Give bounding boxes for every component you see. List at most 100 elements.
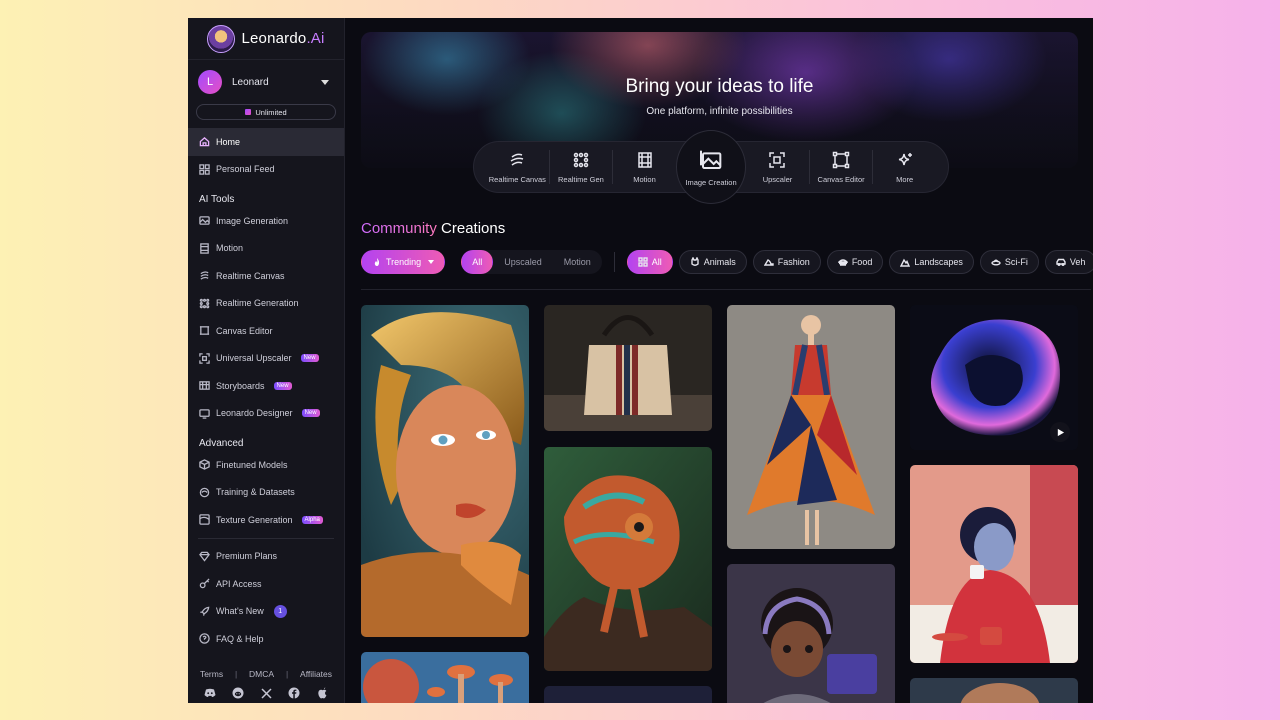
- sidebar-item-image-generation[interactable]: Image Generation: [188, 207, 344, 235]
- gallery-card-girl-headphones[interactable]: [727, 564, 895, 703]
- category-food[interactable]: Food: [826, 250, 884, 274]
- sidebar-item-api-access[interactable]: API Access: [188, 570, 344, 598]
- brand-logo[interactable]: Leonardo.Ai: [188, 18, 344, 60]
- play-icon[interactable]: [1050, 422, 1070, 442]
- gallery-card-chameleon[interactable]: [544, 447, 712, 671]
- sidebar-item-whats-new[interactable]: What's New 1: [188, 598, 344, 626]
- filter-divider-line: [361, 289, 1091, 290]
- category-label: Animals: [703, 257, 736, 267]
- plan-badge[interactable]: Unlimited: [196, 104, 336, 120]
- category-vehicles[interactable]: Veh: [1044, 250, 1093, 274]
- upscaler-icon: [769, 151, 786, 168]
- image-creation-icon: [700, 150, 722, 169]
- sidebar-item-finetuned-models[interactable]: Finetuned Models: [188, 451, 344, 479]
- filter-divider: [613, 252, 615, 272]
- food-icon: [837, 259, 848, 266]
- tool-upscaler[interactable]: Upscaler: [746, 151, 809, 184]
- tool-realtime-canvas[interactable]: Realtime Canvas: [486, 151, 549, 184]
- tool-image-creation[interactable]: Image Creation: [675, 130, 747, 204]
- section-label-advanced: Advanced: [199, 438, 244, 449]
- tool-label: Canvas Editor: [817, 174, 865, 184]
- dmca-link[interactable]: DMCA: [249, 669, 274, 679]
- realtime-canvas-icon: [510, 153, 524, 166]
- logo-avatar-icon: [207, 24, 236, 53]
- sidebar-item-label: Premium Plans: [216, 551, 278, 562]
- dark-thumb-image: [544, 686, 712, 703]
- sidebar-item-premium-plans[interactable]: Premium Plans: [188, 543, 344, 571]
- gallery-card-mushrooms[interactable]: [361, 652, 529, 703]
- discord-icon[interactable]: [204, 687, 216, 699]
- type-tab-all[interactable]: All: [461, 250, 494, 274]
- category-label: Veh: [1069, 257, 1086, 267]
- sidebar-item-label: Storyboards: [216, 380, 265, 391]
- gallery-card-golden-portrait[interactable]: [361, 305, 529, 637]
- sidebar-item-realtime-generation[interactable]: Realtime Generation: [188, 290, 344, 318]
- girl-tea-image: [910, 465, 1078, 663]
- upscale-icon: [199, 353, 210, 364]
- category-landscapes[interactable]: Landscapes: [889, 250, 974, 274]
- sidebar-item-faq-help[interactable]: FAQ & Help: [188, 625, 344, 653]
- designer-icon: [199, 408, 210, 419]
- training-icon: [199, 487, 210, 498]
- sidebar-item-canvas-editor[interactable]: Canvas Editor: [188, 317, 344, 345]
- filter-bar: Trending All Upscaled Motion All Animals…: [361, 250, 1093, 274]
- category-label: Landscapes: [914, 257, 963, 267]
- footer-separator: |: [234, 669, 238, 679]
- brush-icon: [199, 270, 210, 281]
- sidebar-item-texture-generation[interactable]: Texture Generation Alpha: [188, 506, 344, 534]
- token-icon: [245, 109, 252, 115]
- tool-motion[interactable]: Motion: [613, 151, 676, 184]
- storyboard-icon: [199, 380, 210, 391]
- section-title-community-creations: Community Creations: [361, 220, 506, 237]
- gallery-card-dark-thumb[interactable]: [544, 686, 712, 703]
- rocket-icon: [199, 606, 210, 617]
- sidebar-item-training-datasets[interactable]: Training & Datasets: [188, 479, 344, 507]
- gallery-card-abstract-blob[interactable]: [910, 305, 1078, 450]
- brand-name: Leonardo.Ai: [241, 30, 325, 47]
- category-sci-fi[interactable]: Sci-Fi: [979, 250, 1039, 274]
- sidebar-item-label: Canvas Editor: [216, 325, 273, 336]
- user-menu[interactable]: L Leonard: [188, 60, 344, 98]
- type-tab-upscaled[interactable]: Upscaled: [493, 250, 553, 274]
- type-tab-motion[interactable]: Motion: [553, 250, 602, 274]
- apple-icon[interactable]: [316, 687, 328, 699]
- x-icon[interactable]: [260, 687, 272, 699]
- section-label-ai-tools: AI Tools: [199, 194, 235, 205]
- facebook-icon[interactable]: [288, 687, 300, 699]
- main-content: Bring your ideas to life One platform, i…: [345, 18, 1093, 703]
- hero-title: Bring your ideas to life: [625, 76, 814, 97]
- sidebar-item-personal-feed[interactable]: Personal Feed: [188, 156, 344, 184]
- gallery-card-handbag[interactable]: [544, 305, 712, 431]
- footer-links: Terms | DMCA | Affiliates: [188, 669, 344, 679]
- sidebar-item-leonardo-designer[interactable]: Leonardo Designer New: [188, 400, 344, 428]
- sidebar-item-realtime-canvas[interactable]: Realtime Canvas: [188, 262, 344, 290]
- sidebar-item-home[interactable]: Home: [188, 128, 344, 156]
- category-all[interactable]: All: [626, 250, 673, 274]
- avatar: L: [198, 70, 222, 94]
- help-icon: [199, 633, 210, 644]
- tool-realtime-gen[interactable]: Realtime Gen: [550, 151, 613, 184]
- sidebar-item-storyboards[interactable]: Storyboards New: [188, 372, 344, 400]
- sidebar-item-motion[interactable]: Motion: [188, 235, 344, 263]
- gallery-card-face-thumb[interactable]: [910, 678, 1078, 703]
- gallery-card-girl-tea[interactable]: [910, 465, 1078, 663]
- sort-dropdown[interactable]: Trending: [361, 250, 446, 274]
- gallery-card-dress[interactable]: [727, 305, 895, 549]
- texture-icon: [199, 514, 210, 525]
- sidebar-item-label: FAQ & Help: [216, 633, 264, 644]
- tool-canvas-editor[interactable]: Canvas Editor: [810, 151, 873, 184]
- category-fashion[interactable]: Fashion: [752, 250, 821, 274]
- terms-link[interactable]: Terms: [200, 669, 223, 679]
- category-animals[interactable]: Animals: [678, 250, 747, 274]
- sidebar-item-label: Texture Generation: [216, 514, 293, 525]
- reddit-icon[interactable]: [232, 687, 244, 699]
- app-window: Leonardo.Ai L Leonard Unlimited Home Per…: [188, 18, 1093, 703]
- tool-shortcuts: Realtime Canvas Realtime Gen Motion Imag…: [473, 130, 949, 204]
- caret-down-icon: [428, 260, 435, 264]
- sidebar-item-universal-upscaler[interactable]: Universal Upscaler New: [188, 345, 344, 373]
- tool-more[interactable]: More: [873, 151, 936, 184]
- caret-down-icon[interactable]: [321, 79, 329, 85]
- affiliates-link[interactable]: Affiliates: [300, 669, 332, 679]
- grid-icon: [638, 257, 648, 267]
- home-icon: [199, 136, 210, 147]
